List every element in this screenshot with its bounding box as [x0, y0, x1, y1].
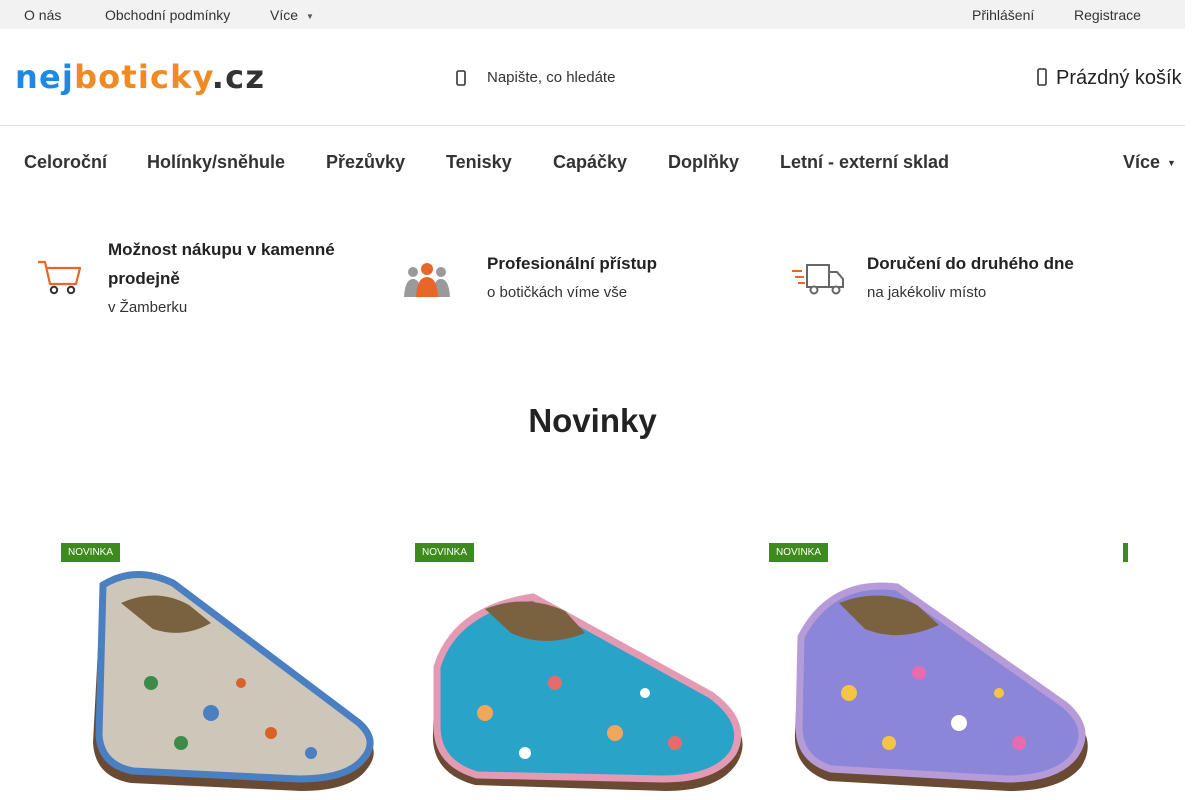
nav-more-label: Více: [1123, 152, 1161, 172]
search-input[interactable]: Napište, co hledáte: [455, 65, 755, 91]
product-image: [432, 593, 743, 791]
main-navigation: Celoroční Holínky/sněhule Přezůvky Tenis…: [0, 127, 1185, 195]
nav-item-holinky[interactable]: Holínky/sněhule: [147, 152, 285, 173]
benefit-delivery-title: Doručení do druhého dne: [867, 254, 1074, 273]
logo-part-nej: nej: [15, 58, 75, 96]
benefit-professional: Profesionální přístup o botičkách víme v…: [487, 249, 767, 307]
product-image: [794, 582, 1088, 791]
nav-item-tenisky[interactable]: Tenisky: [446, 152, 512, 173]
benefit-delivery: Doručení do druhého dne na jakékoliv mís…: [867, 249, 1167, 307]
benefit-store-title: Možnost nákupu v kamenné prodejně: [108, 240, 335, 288]
search-placeholder: Napište, co hledáte: [487, 69, 616, 86]
register-link[interactable]: Registrace: [1074, 7, 1141, 23]
product-card[interactable]: NOVINKA: [415, 543, 745, 800]
nav-item-doplnky[interactable]: Doplňky: [668, 152, 739, 173]
logo-part-boticky: boticky: [74, 58, 212, 96]
benefit-delivery-subtitle: na jakékoliv místo: [867, 284, 987, 301]
header: nejboticky.cz Napište, co hledáte Prázdn…: [0, 29, 1185, 126]
chevron-down-icon: ▼: [1167, 158, 1176, 169]
benefit-store: Možnost nákupu v kamenné prodejně v Žamb…: [108, 235, 378, 322]
next-product-badge-edge: [1123, 543, 1128, 562]
nav-item-celorocni[interactable]: Celoroční: [24, 152, 107, 173]
new-badge: NOVINKA: [415, 543, 475, 562]
cart-label: Prázdný košík: [1056, 67, 1182, 89]
benefit-professional-title: Profesionální přístup: [487, 254, 658, 273]
people-icon: [402, 259, 452, 304]
benefit-professional-subtitle: o botičkách víme vše: [487, 284, 628, 301]
more-link[interactable]: Více ▼: [270, 7, 314, 23]
cart-icon: [1037, 68, 1047, 86]
section-title-new: Novinky: [528, 402, 657, 439]
nav-item-letni[interactable]: Letní - externí sklad: [780, 152, 949, 173]
terms-link[interactable]: Obchodní podmínky: [105, 7, 230, 23]
product-card[interactable]: NOVINKA: [769, 543, 1099, 800]
delivery-truck-icon: [792, 261, 846, 302]
nav-item-more[interactable]: Více ▼: [1123, 152, 1176, 173]
chevron-down-icon: ▼: [306, 11, 314, 21]
shopping-cart-icon: [36, 256, 82, 303]
nav-item-capacky[interactable]: Capáčky: [553, 152, 627, 173]
nav-item-prezuvky[interactable]: Přezůvky: [326, 152, 405, 173]
top-bar: O nás Obchodní podmínky Více ▼ Přihlášení…: [0, 0, 1185, 29]
site-logo[interactable]: nejboticky.cz: [15, 58, 265, 96]
product-image: [93, 571, 374, 791]
new-badge: NOVINKA: [61, 543, 121, 562]
new-badge: NOVINKA: [769, 543, 829, 562]
about-link[interactable]: O nás: [24, 7, 61, 23]
logo-part-cz: .cz: [211, 58, 266, 96]
more-link-label: Více: [270, 7, 299, 23]
login-link[interactable]: Přihlášení: [972, 7, 1034, 23]
search-icon: [456, 70, 466, 86]
product-card[interactable]: NOVINKA: [61, 543, 391, 800]
benefit-store-subtitle: v Žamberku: [108, 299, 188, 316]
